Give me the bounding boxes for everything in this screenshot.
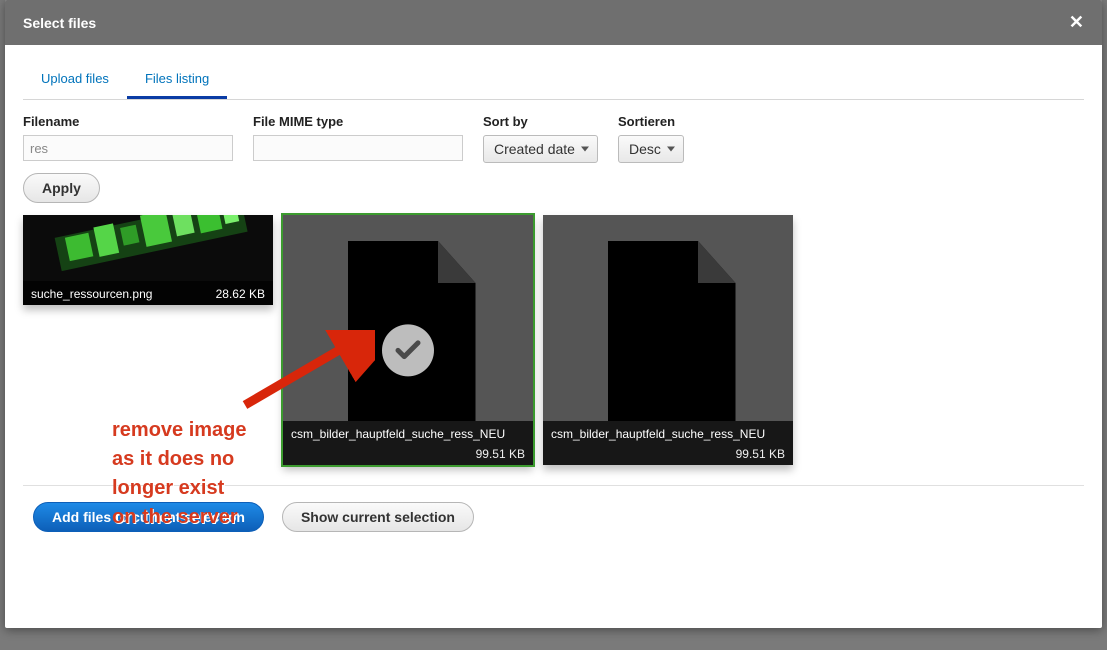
mime-input[interactable] [253, 135, 463, 161]
sortby-field: Sort by Created date [483, 114, 598, 163]
filters-row: Filename File MIME type Sort by Created … [23, 114, 1084, 163]
file-size: 99.51 KB [551, 447, 785, 461]
sortby-select[interactable]: Created date [483, 135, 598, 163]
filename-input[interactable] [23, 135, 233, 161]
file-name: csm_bilder_hauptfeld_suche_ress_NEU [551, 427, 785, 441]
chevron-down-icon [581, 147, 589, 152]
add-files-button[interactable]: Add files to current selection [33, 502, 264, 532]
modal-body: Upload files Files listing Filename File… [5, 45, 1102, 550]
sortby-label: Sort by [483, 114, 598, 129]
close-icon[interactable]: ✕ [1069, 12, 1084, 33]
mime-label: File MIME type [253, 114, 463, 129]
divider [23, 485, 1084, 486]
tab-files-listing[interactable]: Files listing [127, 65, 227, 99]
document-icon [593, 241, 743, 421]
file-name: suche_ressourcen.png [31, 287, 152, 301]
tabs: Upload files Files listing [23, 65, 1084, 100]
sortby-value: Created date [494, 141, 575, 157]
file-overlay: csm_bilder_hauptfeld_suche_ress_NEU 99.5… [543, 421, 793, 465]
file-overlay: suche_ressourcen.png 28.62 KB [23, 281, 273, 305]
tab-upload-files[interactable]: Upload files [23, 65, 127, 99]
file-name: csm_bilder_hauptfeld_suche_ress_NEU [291, 427, 525, 441]
file-tile[interactable]: suche_ressourcen.png 28.62 KB [23, 215, 273, 305]
order-label: Sortieren [618, 114, 684, 129]
file-overlay: csm_bilder_hauptfeld_suche_ress_NEU 99.5… [283, 421, 533, 465]
selected-check-icon [382, 324, 434, 376]
apply-button[interactable]: Apply [23, 173, 100, 203]
modal-header: Select files ✕ [5, 0, 1102, 45]
filename-label: Filename [23, 114, 233, 129]
footer-buttons: Add files to current selection Show curr… [23, 502, 1084, 532]
order-select[interactable]: Desc [618, 135, 684, 163]
files-grid: suche_ressourcen.png 28.62 KB csm_bilder… [23, 215, 1084, 465]
order-field: Sortieren Desc [618, 114, 684, 163]
modal-title: Select files [23, 15, 96, 31]
file-tile[interactable]: csm_bilder_hauptfeld_suche_ress_NEU 99.5… [543, 215, 793, 465]
file-size: 99.51 KB [291, 447, 525, 461]
chevron-down-icon [667, 147, 675, 152]
select-files-modal: Select files ✕ Upload files Files listin… [5, 0, 1102, 628]
file-tile[interactable]: csm_bilder_hauptfeld_suche_ress_NEU 99.5… [283, 215, 533, 465]
filename-field: Filename [23, 114, 233, 163]
mime-field: File MIME type [253, 114, 463, 163]
file-size: 28.62 KB [216, 287, 265, 301]
apply-row: Apply [23, 173, 1084, 203]
show-selection-button[interactable]: Show current selection [282, 502, 474, 532]
order-value: Desc [629, 141, 661, 157]
